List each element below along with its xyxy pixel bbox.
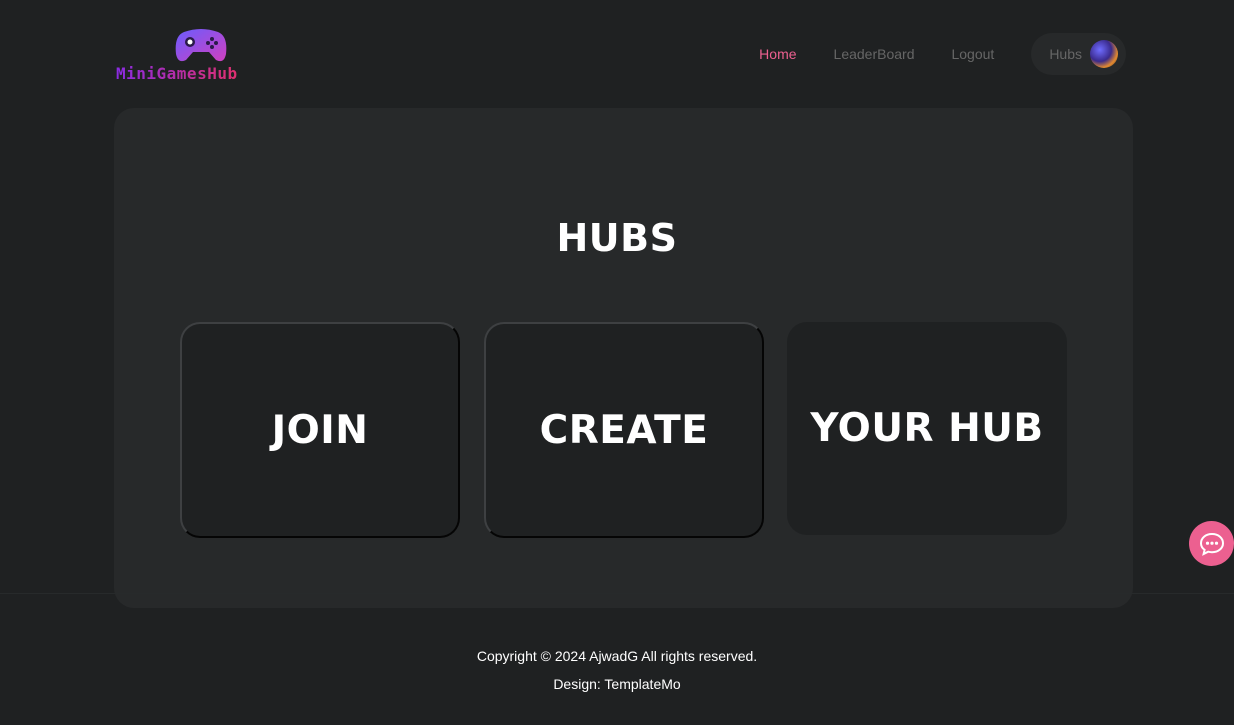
nav-home-link[interactable]: Home (759, 34, 796, 74)
page-title: HUBS (556, 216, 678, 260)
nav-hubs-button[interactable]: Hubs (1031, 33, 1126, 75)
nav-leaderboard-link[interactable]: LeaderBoard (834, 34, 915, 74)
your-hub-button[interactable]: YOUR HUB (787, 322, 1067, 535)
main-nav: Home LeaderBoard Logout Hubs (759, 33, 1126, 75)
gamepad-icon (175, 29, 227, 62)
user-avatar (1090, 40, 1118, 68)
footer-divider (0, 593, 1234, 594)
footer-copyright: Copyright © 2024 AjwadG All rights reser… (476, 648, 758, 664)
chat-bubble-icon (1199, 532, 1224, 556)
page: MiniGamesHub Home LeaderBoard Logout Hub… (0, 0, 1234, 725)
create-label: CREATE (539, 407, 709, 453)
your-hub-label: YOUR HUB (810, 406, 1044, 451)
logo[interactable]: MiniGamesHub (114, 28, 290, 84)
logo-text: MiniGamesHub (116, 64, 238, 83)
footer-design-credit[interactable]: Design: TemplateMo (0, 676, 1234, 692)
nav-hubs-label: Hubs (1049, 46, 1082, 62)
chat-button[interactable] (1189, 521, 1234, 566)
nav-logout-link[interactable]: Logout (951, 34, 994, 74)
create-hub-button[interactable]: CREATE (484, 322, 764, 538)
join-hub-button[interactable]: JOIN (180, 322, 460, 538)
join-label: JOIN (271, 407, 369, 453)
